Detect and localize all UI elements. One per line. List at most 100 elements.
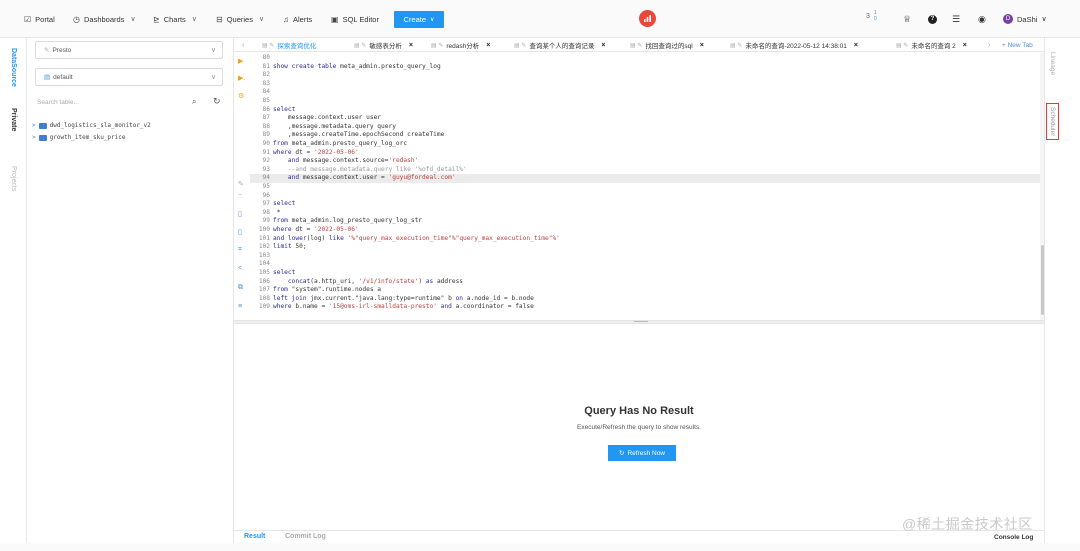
splitter-grip[interactable] [634,321,648,323]
code-line[interactable]: 83 [250,80,1040,89]
code-line[interactable]: 98 * [250,209,1040,218]
code-line[interactable]: 95 [250,183,1040,192]
expand-icon[interactable]: > [32,134,36,141]
logo-bars-icon [644,15,651,22]
table-row[interactable]: > growth_item_sku_price [32,132,125,143]
code-line[interactable]: 92 and message.context.source='redash' [250,157,1040,166]
code-line[interactable]: 100 where dt = '2022-05-06' [250,226,1040,235]
table-search-input[interactable]: Search table... [37,99,79,106]
code-line[interactable]: 108 left join jmx.current."java.lang:type… [250,295,1040,304]
sql-editor-icon: ▣ [331,14,339,24]
query-tab[interactable]: ▤ ✎ 未命名的查询-2022-05-12 14:38:01 × [730,38,858,52]
bracket-icon[interactable]: ⌗ [238,246,242,254]
query-tab[interactable]: ▤ ✎ 找回查询过的sql × [630,38,704,52]
code-line[interactable]: 102 limit 50; [250,243,1040,252]
sql-editor[interactable]: 80 81 show create table meta_admin.presto_… [250,52,1040,320]
app-logo[interactable] [639,10,656,27]
code-line[interactable]: 105 select [250,269,1040,278]
code-line[interactable]: 90 from meta_admin.presto_query_log_orc [250,140,1040,149]
code-line[interactable]: 101 and lower(log) like '%"query_max_exec… [250,235,1040,244]
nav-queries-label: Queries [226,14,253,24]
table-search[interactable]: Search table... ⌕ ↻ [35,96,225,110]
tab-private[interactable]: Private [10,108,17,131]
code-line[interactable]: 86 select [250,106,1040,115]
nav-charts[interactable]: ⊵ Charts ∨ [153,0,197,38]
code-line[interactable]: 80 [250,54,1040,63]
notification-sup: 1 0 [874,10,877,22]
search-icon[interactable]: ⌕ [192,97,196,107]
code-text: show create table meta_admin.presto_quer… [273,62,441,70]
close-icon[interactable]: × [486,42,490,49]
query-tab[interactable]: ▤ ✎ 敏感表分析 × [354,38,413,52]
tab-commit-log[interactable]: Commit Log [285,533,326,540]
code-line[interactable]: 96 [250,192,1040,201]
database-select[interactable]: ▤ default ∨ [35,68,223,86]
console-log-button[interactable]: Console Log [994,534,1033,541]
trophy-icon[interactable]: ♕ [903,0,911,38]
user-menu[interactable]: D DaShi ∨ [1003,0,1047,38]
tab-lineage[interactable]: Lineage [1049,52,1056,75]
file-icon[interactable]: ▯ [238,210,242,218]
new-tab-button[interactable]: + New Tab [1002,38,1033,52]
code-line[interactable]: 88 ,message.metadata.query query [250,123,1040,132]
create-button-label: Create [403,15,427,24]
datasource-select[interactable]: ✎ Presto ∨ [35,41,223,59]
close-icon[interactable]: × [601,42,605,49]
code-line[interactable]: 93 --and message.metadata.query like '%o… [250,166,1040,175]
tab-scroll-right-icon[interactable]: › [988,38,990,52]
nav-sql-editor[interactable]: ▣ SQL Editor [331,0,379,38]
line-number: 92 [262,157,270,165]
code-line[interactable]: 106 concat(a.http_uri, '/v1/info/state')… [250,278,1040,287]
minus-icon[interactable]: − [238,192,242,199]
tab-scroll-left-icon[interactable]: ‹ [242,38,244,52]
code-line[interactable]: 89 ,message.createTime.epochSecond creat… [250,131,1040,140]
tab-scheduler[interactable]: Scheduler [1046,103,1059,141]
refresh-icon[interactable]: ↻ [213,96,221,107]
expand-icon[interactable]: > [32,122,36,129]
code-line[interactable]: 109 where b.name = '15@oms-irl-smalldata-… [250,303,1040,312]
query-tab[interactable]: ▤ ✎ redash分析 × [431,38,490,52]
list-icon[interactable]: ≡ [238,303,242,310]
code-line[interactable]: 107 from "system".runtime.nodes a [250,286,1040,295]
nav-alerts[interactable]: ♫ Alerts [283,0,312,38]
close-icon[interactable]: × [409,42,413,49]
tab-datasource[interactable]: DataSource [10,48,17,87]
document-icon[interactable]: ▯ [238,228,242,236]
tab-result[interactable]: Result [244,533,265,540]
code-line[interactable]: 94 and message.context.user = 'guyu@ford… [250,174,1040,183]
tab-projects[interactable]: Projects [10,166,17,191]
settings-sliders-icon[interactable]: ☰ [952,0,960,38]
code-line[interactable]: 81 show create table meta_admin.presto_qu… [250,63,1040,72]
code-line[interactable]: 97 select [250,200,1040,209]
code-line[interactable]: 91 where dt = '2022-05-06' [250,149,1040,158]
close-icon[interactable]: × [700,42,704,49]
query-tab[interactable]: ▤ ✎ 未命名的查询 2 × [896,38,967,52]
close-icon[interactable]: × [854,42,858,49]
chart-icon: ⊵ [153,14,160,24]
nav-queries[interactable]: ⊟ Queries ∨ [216,0,264,38]
close-icon[interactable]: × [963,42,967,49]
notification-count[interactable]: 3 1 0 [866,10,877,22]
code-line[interactable]: 82 [250,71,1040,80]
query-tab[interactable]: ▤ ✎ 查询某个人的查询记录 × [514,38,605,52]
help-icon[interactable]: ? [928,0,937,38]
share-icon[interactable]: < [238,265,242,272]
table-row[interactable]: > dwd_logistics_sla_monitor_v2 [32,120,151,131]
nav-portal[interactable]: ☑ Portal [24,0,55,38]
format-icon[interactable]: ⚙ [238,92,244,100]
code-line[interactable]: 104 [250,260,1040,269]
code-line[interactable]: 85 [250,97,1040,106]
copy-icon[interactable]: ⧉ [238,284,243,292]
query-tab[interactable]: ▤ ✎ 探索查询优化 [262,38,316,52]
code-line[interactable]: 99 from meta_admin.log_presto_query_log_s… [250,217,1040,226]
refresh-now-button[interactable]: ↻ Refresh Now [608,445,676,461]
code-line[interactable]: 103 [250,252,1040,261]
code-line[interactable]: 87 message.context.user user [250,114,1040,123]
code-line[interactable]: 84 [250,88,1040,97]
run-icon[interactable]: ▶ [238,57,243,65]
nav-dashboards[interactable]: ◷ Dashboards ∨ [73,0,136,38]
create-button[interactable]: Create ∨ [394,11,444,28]
globe-icon[interactable]: ◉ [978,0,986,38]
edit-icon[interactable]: ✎ [238,180,244,188]
run-selection-icon[interactable]: ▶. [238,74,245,82]
